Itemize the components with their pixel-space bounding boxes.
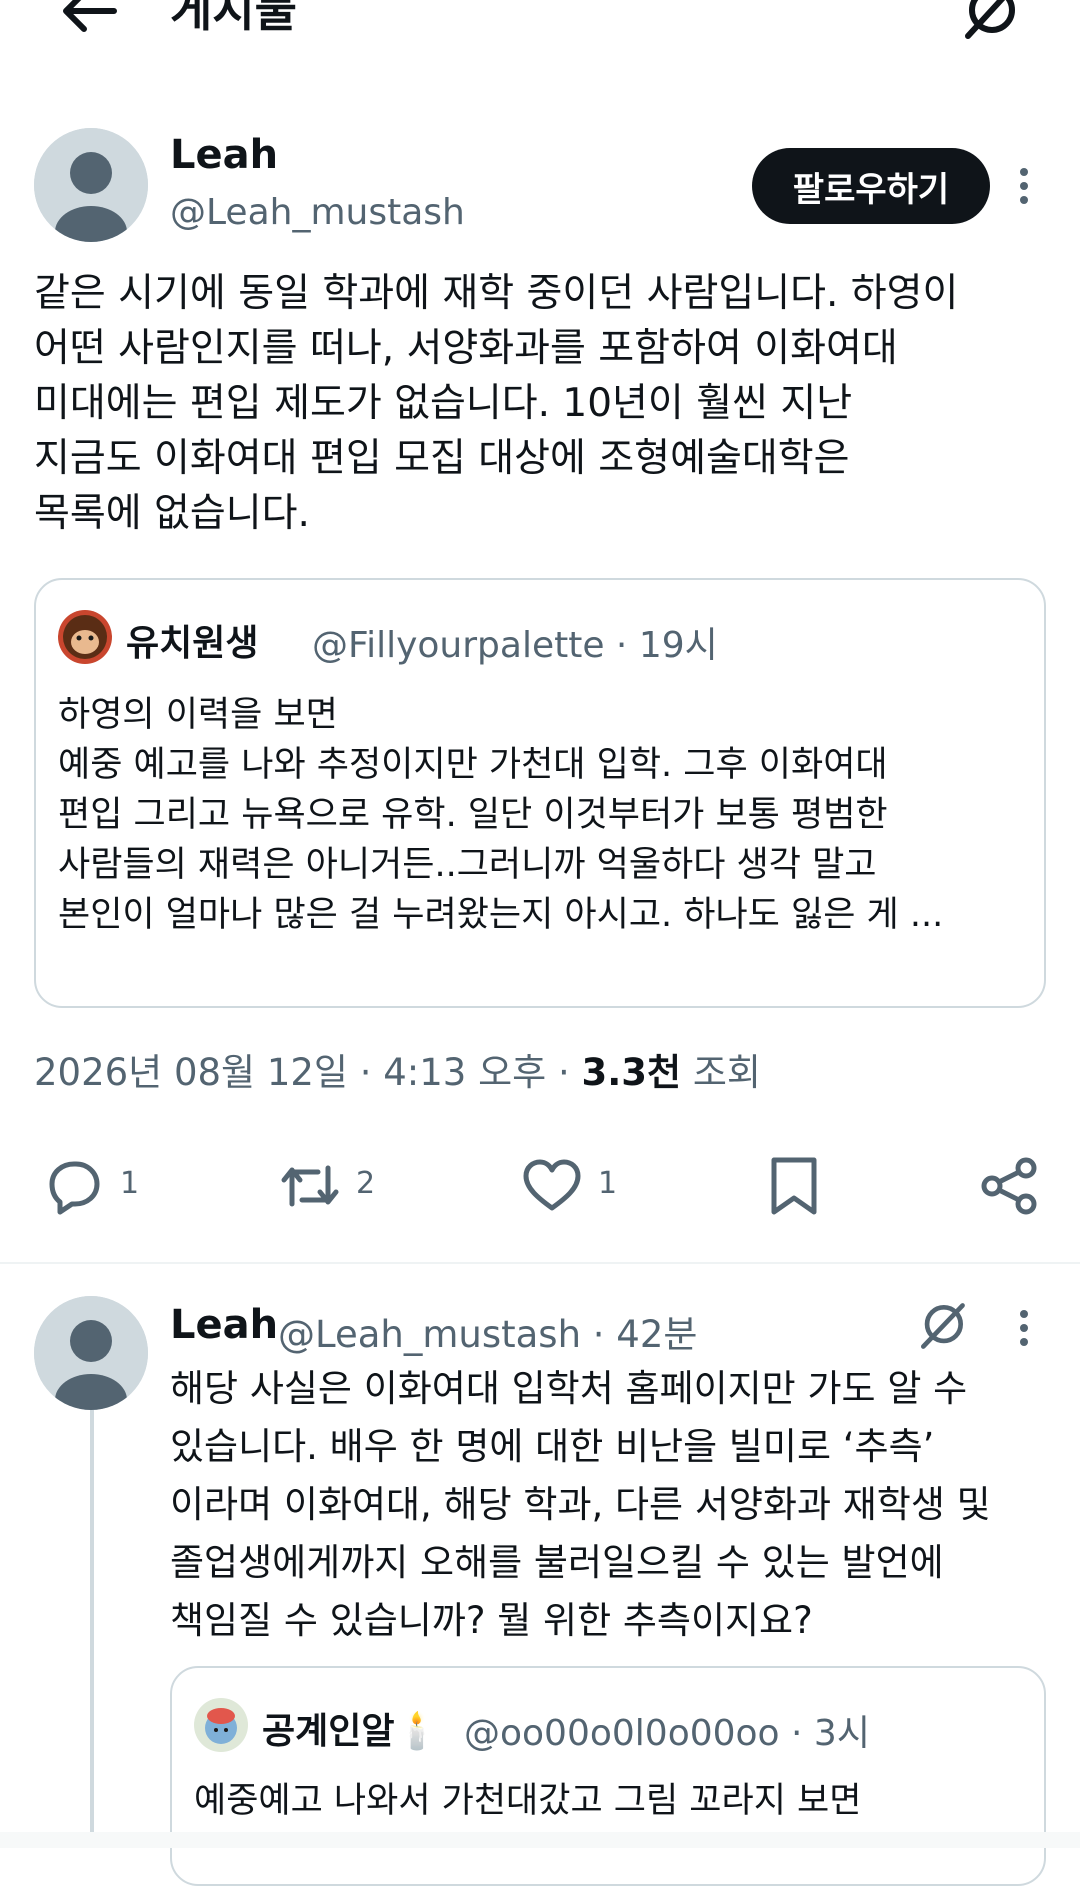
quoted-tweet[interactable]: 유치원생 @Fillyourpalette · 19시 하영의 이력을 보면 예… (34, 578, 1046, 1008)
reply-author-handle-time[interactable]: @Leah_mustash · 42분 (278, 1304, 697, 1358)
reply-icon (49, 1161, 100, 1215)
reply-quoted-tweet[interactable]: 공계인알🕯️ @oo00o0l0o00oo · 3시 예중예고 나와서 가천대갔… (170, 1666, 1046, 1886)
bookmark-icon (771, 1157, 817, 1215)
quoted-author-handle-time: @Fillyourpalette · 19시 (312, 625, 718, 666)
quoted-avatar (194, 1698, 248, 1752)
retweet-icon (281, 1165, 339, 1207)
arrow-left-icon[interactable] (58, 0, 118, 36)
more-options-icon[interactable] (1012, 1306, 1036, 1350)
action-bar: 1 2 1 (0, 1148, 1080, 1228)
author-name[interactable]: Leah (170, 132, 278, 178)
quoted-tweet-text: 하영의 이력을 보면 예중 예고를 나와 추정이지만 가천대 입학. 그후 이화… (58, 695, 944, 935)
grok-icon[interactable] (914, 1298, 970, 1354)
more-options-icon[interactable] (1012, 164, 1036, 208)
monkey-avatar-icon (58, 610, 112, 664)
quoted-avatar (58, 610, 112, 664)
quoted-author-handle-time: @oo00o0l0o00oo · 3시 (464, 1713, 870, 1754)
reply-count: 1 (120, 1166, 140, 1201)
default-avatar-icon (34, 128, 148, 242)
quoted-tweet-text: 예중예고 나와서 가천대갔고 그림 꼬라지 보면 (194, 1781, 862, 1821)
like-count: 1 (598, 1166, 618, 1201)
reply-author-name[interactable]: Leah (170, 1302, 278, 1348)
retweet-count: 2 (356, 1166, 376, 1201)
reply-text: 해당 사실은 이화여대 입학처 홈페이지만 가도 알 수 있습니다. 배우 한 … (170, 1367, 991, 1642)
author-handle[interactable]: @Leah_mustash (170, 192, 465, 233)
share-icon (981, 1157, 1037, 1215)
page-title: 게시물 (170, 0, 297, 37)
bottom-edge (0, 1832, 1080, 1848)
grok-icon[interactable] (960, 0, 1020, 42)
top-bar: 게시물 (0, 0, 1080, 92)
follow-button[interactable]: 팔로우하기 (752, 148, 990, 224)
tweet-text: 같은 시기에 동일 학과에 재학 중이던 사람입니다. 하영이 어떤 사람인지를… (34, 271, 959, 536)
reply-avatar[interactable] (34, 1296, 148, 1410)
heart-icon (523, 1159, 581, 1211)
tweet-datetime: 2026년 08월 12일 · 4:13 오후 · (34, 1051, 582, 1094)
avatar[interactable] (34, 128, 148, 242)
divider (0, 1262, 1080, 1264)
quoted-author-name: 유치원생 (126, 623, 259, 664)
thread-line (90, 1410, 94, 1848)
views-label: 조회 (681, 1051, 761, 1094)
tweet-meta: 2026년 08월 12일 · 4:13 오후 · 3.3천 조회 (34, 1042, 761, 1096)
view-count[interactable]: 3.3천 (581, 1051, 681, 1094)
character-avatar-icon (194, 1698, 248, 1752)
quoted-author-name: 공계인알🕯️ (262, 1711, 440, 1752)
default-avatar-icon (34, 1296, 148, 1410)
